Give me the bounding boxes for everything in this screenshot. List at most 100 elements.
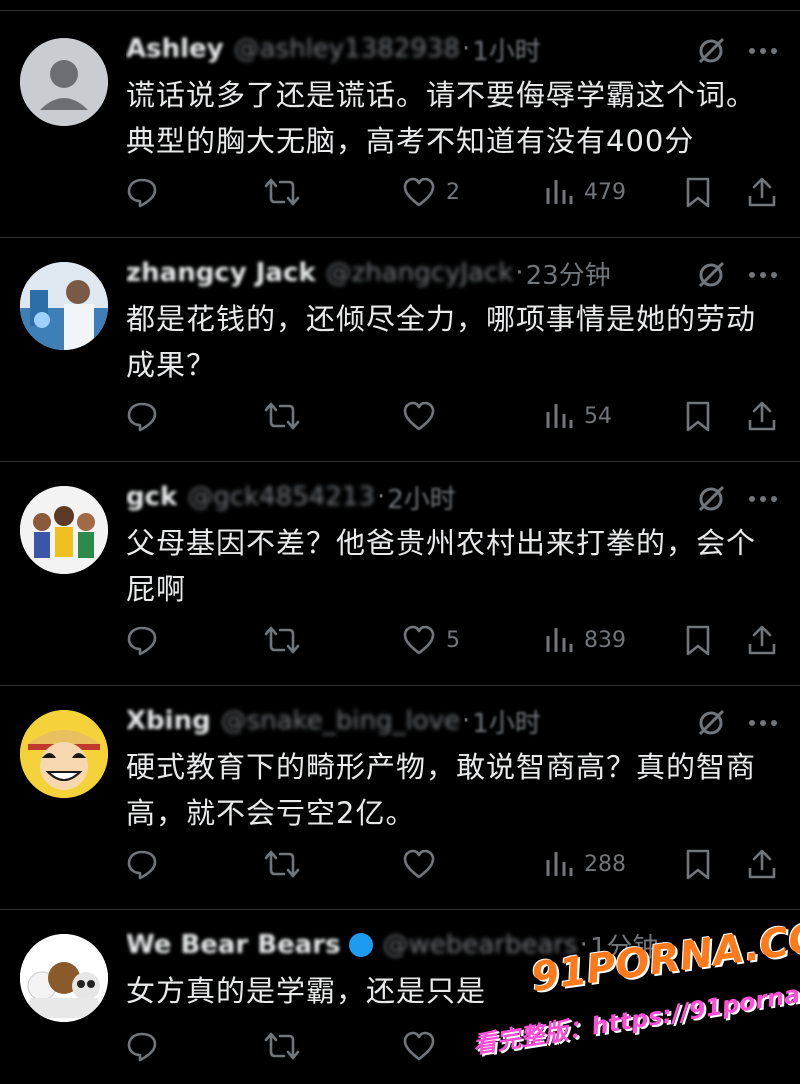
display-name[interactable]: Xbing bbox=[126, 706, 211, 736]
reply-text: 女方真的是学霸，还是只是 bbox=[126, 968, 786, 1014]
view-count: 479 bbox=[584, 179, 626, 205]
like-button[interactable] bbox=[402, 844, 446, 884]
reply-text: 都是花钱的，还倾尽全力，哪项事情是她的劳动 成果？ bbox=[126, 296, 786, 388]
more-icon[interactable] bbox=[746, 484, 780, 514]
share-icon bbox=[748, 849, 776, 879]
grok-icon[interactable] bbox=[696, 36, 726, 66]
repost-icon bbox=[264, 402, 300, 430]
timestamp[interactable]: 1小时 bbox=[472, 704, 541, 739]
heart-icon bbox=[403, 401, 435, 431]
grok-icon[interactable] bbox=[696, 484, 726, 514]
repost-icon bbox=[264, 626, 300, 654]
divider bbox=[0, 10, 800, 11]
avatar[interactable] bbox=[20, 486, 108, 574]
heart-icon bbox=[403, 625, 435, 655]
heart-icon bbox=[403, 849, 435, 879]
handle[interactable]: @gck4854213 bbox=[187, 482, 375, 512]
like-count: 2 bbox=[446, 179, 460, 205]
grok-icon[interactable] bbox=[696, 260, 726, 290]
comment-icon bbox=[127, 1032, 157, 1062]
reply-item[interactable]: gck @gck4854213 · 2小时 父母基因不差？他爸贵州农村出来打拳的… bbox=[0, 462, 800, 686]
display-name[interactable]: zhangcy Jack bbox=[126, 258, 316, 288]
reply-text-line: 谎话说多了还是谎话。请不要侮辱学霸这个词。 bbox=[126, 78, 757, 112]
avatar[interactable] bbox=[20, 262, 108, 350]
reply-button[interactable] bbox=[126, 620, 158, 660]
separator-dot: · bbox=[579, 930, 588, 960]
verified-badge-icon bbox=[348, 933, 373, 957]
views-button[interactable]: 54 bbox=[544, 396, 612, 436]
separator-dot: · bbox=[462, 706, 471, 736]
reply-item[interactable]: zhangcy Jack @zhangcyJack · 23分钟 都是花钱的，还… bbox=[0, 238, 800, 462]
handle[interactable]: @zhangcyJack bbox=[326, 258, 514, 288]
reply-item[interactable]: Xbing @snake_bing_love · 1小时 硬式教育下的畸形产物，… bbox=[0, 686, 800, 910]
display-name[interactable]: Ashley bbox=[126, 34, 224, 64]
handle[interactable]: @snake_bing_love bbox=[221, 706, 460, 736]
timestamp[interactable]: 2小时 bbox=[387, 480, 456, 515]
more-icon[interactable] bbox=[746, 260, 780, 290]
timestamp[interactable]: 1分钟 bbox=[590, 928, 659, 963]
timestamp[interactable]: 23分钟 bbox=[526, 256, 611, 291]
avatar[interactable] bbox=[20, 934, 108, 1022]
default-avatar-icon bbox=[20, 38, 108, 126]
timestamp[interactable]: 1小时 bbox=[472, 32, 541, 67]
bookmark-icon bbox=[686, 401, 710, 432]
repost-button[interactable] bbox=[264, 1026, 300, 1066]
repost-button[interactable] bbox=[264, 844, 300, 884]
action-bar: 5 839 bbox=[0, 620, 800, 660]
comment-icon bbox=[127, 626, 157, 656]
views-button[interactable]: 288 bbox=[544, 844, 626, 884]
more-icon[interactable] bbox=[746, 36, 780, 66]
cartoon-players-avatar-icon bbox=[20, 486, 108, 574]
avatar[interactable] bbox=[20, 38, 108, 126]
share-button[interactable] bbox=[746, 172, 778, 212]
repost-button[interactable] bbox=[264, 172, 300, 212]
share-button[interactable] bbox=[746, 844, 778, 884]
separator-dot: · bbox=[515, 258, 524, 288]
view-count: 839 bbox=[584, 627, 626, 653]
bookmark-button[interactable] bbox=[684, 844, 712, 884]
bookmark-icon bbox=[686, 177, 710, 208]
like-button[interactable]: 2 bbox=[402, 172, 460, 212]
like-button[interactable] bbox=[402, 1026, 436, 1066]
reply-button[interactable] bbox=[126, 844, 158, 884]
lab-photo-avatar-icon bbox=[20, 262, 108, 350]
display-name[interactable]: gck bbox=[126, 482, 177, 512]
reply-button[interactable] bbox=[126, 396, 158, 436]
reply-text-line: 都是花钱的，还倾尽全力，哪项事情是她的劳动 bbox=[126, 302, 757, 336]
display-name[interactable]: We Bear Bears bbox=[126, 930, 341, 960]
share-icon bbox=[748, 625, 776, 655]
grok-icon[interactable] bbox=[696, 708, 726, 738]
repost-icon bbox=[264, 850, 300, 878]
repost-button[interactable] bbox=[264, 620, 300, 660]
bookmark-button[interactable] bbox=[684, 172, 712, 212]
reply-button[interactable] bbox=[126, 1026, 158, 1066]
share-button[interactable] bbox=[746, 396, 778, 436]
reply-item[interactable]: Ashley @ashley1382938 · 1小时 谎话说多了还是谎话。请不… bbox=[0, 14, 800, 238]
comment-icon bbox=[127, 402, 157, 432]
reply-item[interactable]: We Bear Bears @webearbears · 1分钟 女方真的是学霸… bbox=[0, 910, 800, 1084]
reply-header: zhangcy Jack @zhangcyJack · 23分钟 bbox=[126, 256, 686, 290]
repost-icon bbox=[264, 1032, 300, 1060]
avatar[interactable] bbox=[20, 710, 108, 798]
views-button[interactable]: 479 bbox=[544, 172, 626, 212]
handle[interactable]: @webearbears bbox=[383, 930, 578, 960]
share-icon bbox=[748, 401, 776, 431]
more-icon[interactable] bbox=[746, 708, 780, 738]
action-bar: 2 479 bbox=[0, 172, 800, 212]
share-button[interactable] bbox=[746, 620, 778, 660]
handle[interactable]: @ashley1382938 bbox=[234, 34, 460, 64]
reply-text-line: 成果？ bbox=[126, 348, 217, 382]
action-bar: 288 bbox=[0, 844, 800, 884]
separator-dot: · bbox=[376, 482, 386, 512]
views-button[interactable]: 839 bbox=[544, 620, 626, 660]
separator-dot: · bbox=[461, 34, 471, 64]
like-button[interactable]: 5 bbox=[402, 620, 460, 660]
action-bar bbox=[0, 1026, 800, 1066]
luffy-avatar-icon bbox=[20, 710, 108, 798]
repost-button[interactable] bbox=[264, 396, 300, 436]
like-button[interactable] bbox=[402, 396, 446, 436]
bookmark-button[interactable] bbox=[684, 620, 712, 660]
bookmark-button[interactable] bbox=[684, 396, 712, 436]
reply-button[interactable] bbox=[126, 172, 158, 212]
reply-text-line: 高，就不会亏空2亿。 bbox=[126, 796, 416, 830]
